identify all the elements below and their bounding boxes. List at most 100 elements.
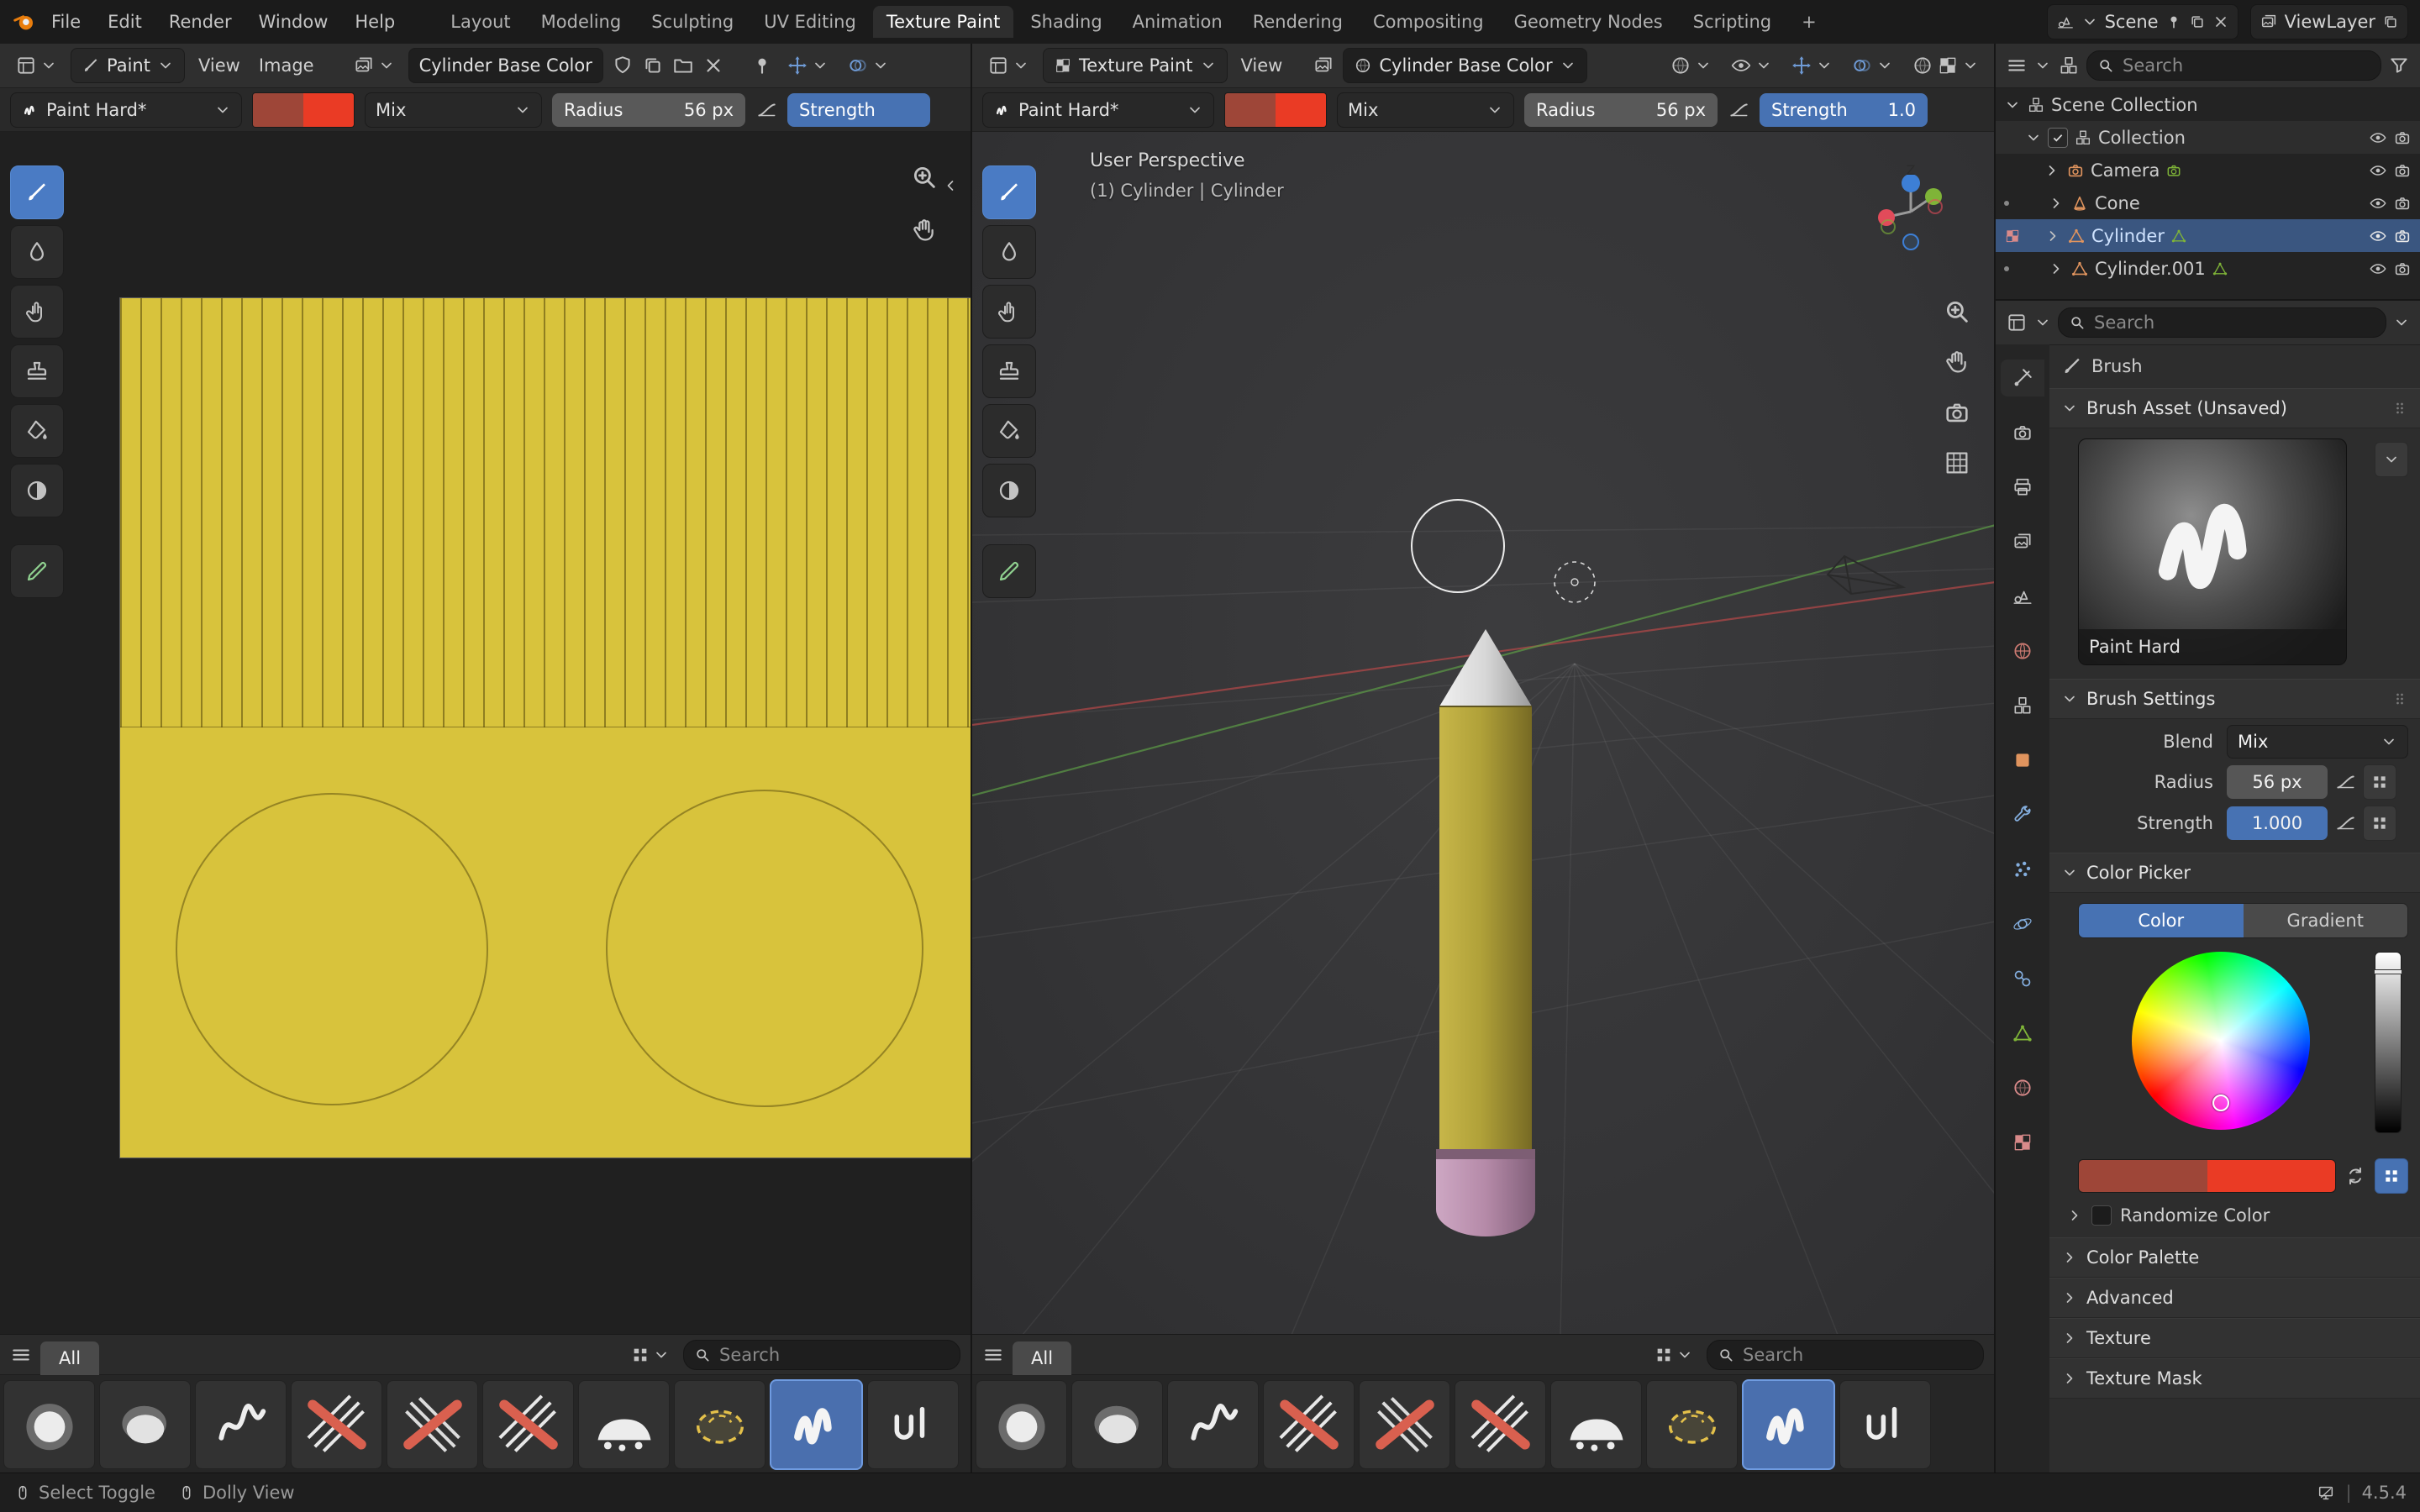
tab-object[interactable] (2001, 742, 2044, 779)
new-scene-icon[interactable] (2189, 13, 2206, 30)
radius-slider[interactable]: Radius 56 px (552, 93, 745, 127)
radius-slider[interactable]: Radius 56 px (1524, 93, 1718, 127)
menu-help[interactable]: Help (342, 0, 408, 44)
workspace-tab-texture-paint[interactable]: Texture Paint (873, 6, 1014, 38)
primary-color-swatch[interactable] (253, 93, 303, 127)
fake-user-shield-icon[interactable] (612, 55, 634, 76)
shelf-menu-icon[interactable] (982, 1344, 1004, 1366)
soften-tool[interactable] (10, 225, 64, 279)
hide-eye-icon[interactable] (2369, 260, 2387, 278)
workspace-tab-scripting[interactable]: Scripting (1680, 6, 1785, 38)
mask-tool[interactable] (982, 464, 1036, 517)
blend-mode-dropdown[interactable]: Mix (1337, 92, 1514, 128)
chevron-right-icon[interactable] (2048, 195, 2065, 212)
sidebar-collapse-arrow[interactable] (939, 167, 961, 204)
properties-editor-icon[interactable] (2006, 312, 2028, 333)
shelf-display-mode[interactable] (626, 1338, 675, 1372)
properties-search-input[interactable] (2092, 312, 2375, 333)
gizmos-toggle[interactable] (1786, 49, 1838, 82)
menu-render[interactable]: Render (156, 0, 245, 44)
chevron-down-icon[interactable] (2025, 129, 2042, 146)
tab-tool[interactable] (2001, 360, 2044, 396)
brush-thumb-lasso[interactable] (674, 1380, 765, 1469)
panel-header-color-picker[interactable]: Color Picker (2049, 853, 2420, 893)
chevron-right-icon[interactable] (2048, 260, 2065, 277)
tab-texture[interactable] (2001, 1124, 2044, 1161)
shelf-display-mode[interactable] (1649, 1338, 1698, 1372)
primary-color-swatch[interactable] (2079, 1160, 2207, 1192)
brush-thumb-hatch-1[interactable] (1263, 1380, 1355, 1469)
strength-slider[interactable]: Strength 1.0 (1760, 93, 1928, 127)
overlays-toggle[interactable] (842, 49, 894, 82)
shelf-tab-all[interactable]: All (40, 1341, 99, 1375)
brush-thumb-mound[interactable] (578, 1380, 670, 1469)
panel-grip-icon[interactable] (2391, 690, 2408, 707)
outliner-row-scene-collection[interactable]: Scene Collection (1996, 88, 2420, 121)
blend-dropdown[interactable]: Mix (2227, 725, 2408, 759)
blend-mode-dropdown[interactable]: Mix (365, 92, 542, 128)
annotate-tool[interactable] (982, 544, 1036, 598)
value-slider-handle[interactable] (2374, 969, 2402, 974)
workspace-tab-geometry-nodes[interactable]: Geometry Nodes (1501, 6, 1676, 38)
render-visibility-icon[interactable] (2393, 227, 2412, 245)
outliner-row-collection[interactable]: Collection (1996, 121, 2420, 154)
shelf-tab-all[interactable]: All (1013, 1341, 1071, 1375)
brush-asset-preview[interactable]: Paint Hard (2078, 438, 2347, 665)
tab-world[interactable] (2001, 633, 2044, 669)
panel-grip-icon[interactable] (2391, 400, 2408, 417)
smear-tool[interactable] (10, 285, 64, 339)
tab-scene[interactable] (2001, 578, 2044, 615)
mode-dropdown[interactable]: Paint (71, 48, 185, 83)
primary-color-swatch[interactable] (1225, 93, 1276, 127)
hide-eye-icon[interactable] (2369, 129, 2387, 147)
texture-slot-dropdown[interactable]: Cylinder Base Color (1343, 48, 1586, 83)
workspace-tab-animation[interactable]: Animation (1119, 6, 1236, 38)
filter-funnel-icon[interactable] (2388, 55, 2410, 76)
mask-tool[interactable] (10, 464, 64, 517)
tab-constraints[interactable] (2001, 960, 2044, 997)
brush-thumb-airbrush[interactable] (3, 1380, 95, 1469)
outliner-row-cylinder-active[interactable]: Cylinder (1996, 219, 2420, 252)
add-workspace-button[interactable]: + (1788, 6, 1830, 38)
panel-header-advanced[interactable]: Advanced (2049, 1278, 2420, 1318)
view-layer-selector[interactable]: ViewLayer (2250, 4, 2408, 39)
draw-tool[interactable] (982, 165, 1036, 219)
tab-render[interactable] (2001, 414, 2044, 451)
brush-thumb-soft[interactable] (1071, 1380, 1163, 1469)
workspace-tab-modeling[interactable]: Modeling (528, 6, 635, 38)
shading-mode-dropdown[interactable] (1665, 49, 1717, 82)
brush-thumb-script[interactable] (1839, 1380, 1931, 1469)
shelf-search[interactable] (1707, 1340, 1984, 1370)
panel-header-brush-settings[interactable]: Brush Settings (2049, 679, 2420, 719)
radius-pressure-icon[interactable] (1728, 99, 1749, 121)
brush-thumb-hatch-2[interactable] (387, 1380, 478, 1469)
secondary-color-swatch[interactable] (2207, 1160, 2336, 1192)
workspace-tab-rendering[interactable]: Rendering (1239, 6, 1356, 38)
shelf-search-input[interactable] (1741, 1344, 1973, 1366)
brush-thumb-paint-hard-selected[interactable] (770, 1379, 863, 1470)
brush-thumb-script[interactable] (867, 1380, 959, 1469)
new-image-icon[interactable] (642, 55, 664, 76)
randomize-color-checkbox[interactable] (2091, 1205, 2112, 1226)
workspace-tab-layout[interactable]: Layout (437, 6, 523, 38)
zoom-gizmo[interactable] (906, 159, 943, 196)
image-editor-canvas[interactable] (0, 132, 971, 1335)
render-visibility-icon[interactable] (2393, 161, 2412, 180)
menu-view[interactable]: View (193, 49, 245, 82)
display-mode-icon[interactable] (2058, 55, 2080, 76)
visibility-dropdown[interactable] (1725, 49, 1777, 82)
image-icon[interactable] (1313, 55, 1334, 76)
workspace-tab-uv-editing[interactable]: UV Editing (750, 6, 870, 38)
menu-view[interactable]: View (1236, 49, 1288, 82)
outliner-search-input[interactable] (2121, 55, 2370, 76)
viewport-canvas[interactable]: User Perspective (1) Cylinder | Cylinder (972, 132, 1994, 1335)
brush-selector[interactable]: Paint Hard* (10, 92, 242, 128)
navigation-gizmo[interactable]: Z (1860, 161, 1961, 262)
open-image-folder-icon[interactable] (672, 55, 694, 76)
pan-hand-gizmo[interactable] (906, 212, 943, 249)
radius-pressure-icon[interactable] (755, 99, 777, 121)
soften-tool[interactable] (982, 225, 1036, 279)
zoom-gizmo[interactable] (1939, 293, 1975, 330)
new-view-layer-icon[interactable] (2382, 13, 2399, 30)
hide-eye-icon[interactable] (2369, 194, 2387, 213)
